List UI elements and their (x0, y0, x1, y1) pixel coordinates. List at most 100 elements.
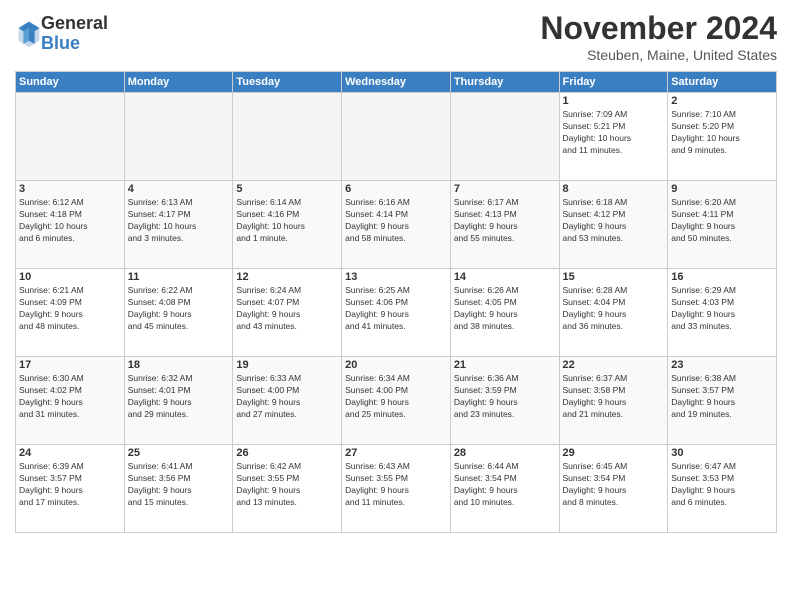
calendar-cell-w3-d7: 16 Sunrise: 6:29 AM Sunset: 4:03 PM Dayli… (668, 269, 777, 357)
calendar-cell-w2-d7: 9Sunrise: 6:20 AM Sunset: 4:11 PM Daylig… (668, 181, 777, 269)
calendar-cell-w2-d4: 6Sunrise: 6:16 AM Sunset: 4:14 PM Daylig… (342, 181, 451, 269)
day-info: Sunrise: 6:41 AM Sunset: 3:56 PM Dayligh… (128, 461, 230, 509)
day-number: 14 (454, 271, 556, 283)
day-number: 6 (345, 183, 447, 195)
calendar-week-3: 10 Sunrise: 6:21 AM Sunset: 4:09 PM Dayli… (16, 269, 777, 357)
day-number: 29 (563, 447, 665, 459)
day-info: Sunrise: 6:24 AM Sunset: 4:07 PM Dayligh… (236, 285, 338, 333)
calendar-cell-w4-d5: 21 Sunrise: 6:36 AM Sunset: 3:59 PM Dayli… (450, 357, 559, 445)
day-number: 22 (563, 359, 665, 371)
calendar-cell-w5-d2: 25Sunrise: 6:41 AM Sunset: 3:56 PM Dayli… (124, 445, 233, 533)
day-info: Sunrise: 6:44 AM Sunset: 3:54 PM Dayligh… (454, 461, 556, 509)
calendar-cell-w4-d7: 23 Sunrise: 6:38 AM Sunset: 3:57 PM Dayli… (668, 357, 777, 445)
calendar-cell-w3-d5: 14Sunrise: 6:26 AM Sunset: 4:05 PM Dayli… (450, 269, 559, 357)
calendar-week-2: 3 Sunrise: 6:12 AM Sunset: 4:18 PM Daylig… (16, 181, 777, 269)
calendar-cell-w1-d7: 2Sunrise: 7:10 AM Sunset: 5:20 PM Daylig… (668, 93, 777, 181)
calendar-header-row: Sunday Monday Tuesday Wednesday Thursday… (16, 72, 777, 93)
day-info: Sunrise: 6:28 AM Sunset: 4:04 PM Dayligh… (563, 285, 665, 333)
day-info: Sunrise: 7:10 AM Sunset: 5:20 PM Dayligh… (671, 109, 773, 157)
day-number: 8 (563, 183, 665, 195)
day-number: 7 (454, 183, 556, 195)
day-number: 28 (454, 447, 556, 459)
day-number: 27 (345, 447, 447, 459)
header-wednesday: Wednesday (342, 72, 451, 93)
day-info: Sunrise: 6:43 AM Sunset: 3:55 PM Dayligh… (345, 461, 447, 509)
calendar-cell-w3-d1: 10 Sunrise: 6:21 AM Sunset: 4:09 PM Dayli… (16, 269, 125, 357)
calendar-cell-w3-d6: 15 Sunrise: 6:28 AM Sunset: 4:04 PM Dayli… (559, 269, 668, 357)
calendar-cell-w1-d5 (450, 93, 559, 181)
day-info: Sunrise: 6:18 AM Sunset: 4:12 PM Dayligh… (563, 197, 665, 245)
day-number: 13 (345, 271, 447, 283)
calendar-cell-w5-d7: 30 Sunrise: 6:47 AM Sunset: 3:53 PM Dayli… (668, 445, 777, 533)
header: General Blue November 2024 Steuben, Main… (15, 10, 777, 63)
day-info: Sunrise: 6:32 AM Sunset: 4:01 PM Dayligh… (128, 373, 230, 421)
day-number: 26 (236, 447, 338, 459)
header-friday: Friday (559, 72, 668, 93)
logo-general-text: General (41, 14, 108, 34)
calendar-week-4: 17Sunrise: 6:30 AM Sunset: 4:02 PM Dayli… (16, 357, 777, 445)
day-number: 1 (563, 95, 665, 107)
day-info: Sunrise: 6:13 AM Sunset: 4:17 PM Dayligh… (128, 197, 230, 245)
day-number: 9 (671, 183, 773, 195)
calendar-cell-w2-d1: 3 Sunrise: 6:12 AM Sunset: 4:18 PM Daylig… (16, 181, 125, 269)
day-info: Sunrise: 6:22 AM Sunset: 4:08 PM Dayligh… (128, 285, 230, 333)
header-tuesday: Tuesday (233, 72, 342, 93)
calendar-cell-w1-d2 (124, 93, 233, 181)
day-info: Sunrise: 6:21 AM Sunset: 4:09 PM Dayligh… (19, 285, 121, 333)
day-number: 23 (671, 359, 773, 371)
calendar-cell-w1-d3 (233, 93, 342, 181)
calendar-cell-w4-d1: 17Sunrise: 6:30 AM Sunset: 4:02 PM Dayli… (16, 357, 125, 445)
logo-blue-text: Blue (41, 34, 108, 54)
day-number: 3 (19, 183, 121, 195)
day-info: Sunrise: 6:39 AM Sunset: 3:57 PM Dayligh… (19, 461, 121, 509)
calendar-cell-w3-d3: 12Sunrise: 6:24 AM Sunset: 4:07 PM Dayli… (233, 269, 342, 357)
day-info: Sunrise: 6:36 AM Sunset: 3:59 PM Dayligh… (454, 373, 556, 421)
day-number: 5 (236, 183, 338, 195)
calendar-cell-w5-d3: 26 Sunrise: 6:42 AM Sunset: 3:55 PM Dayli… (233, 445, 342, 533)
location: Steuben, Maine, United States (540, 47, 777, 63)
logo-text: General Blue (41, 14, 108, 54)
header-thursday: Thursday (450, 72, 559, 93)
calendar-cell-w1-d6: 1 Sunrise: 7:09 AM Sunset: 5:21 PM Daylig… (559, 93, 668, 181)
calendar-cell-w5-d4: 27 Sunrise: 6:43 AM Sunset: 3:55 PM Dayli… (342, 445, 451, 533)
day-info: Sunrise: 6:42 AM Sunset: 3:55 PM Dayligh… (236, 461, 338, 509)
calendar-cell-w4-d2: 18 Sunrise: 6:32 AM Sunset: 4:01 PM Dayli… (124, 357, 233, 445)
page: General Blue November 2024 Steuben, Main… (0, 0, 792, 612)
day-number: 18 (128, 359, 230, 371)
day-info: Sunrise: 6:47 AM Sunset: 3:53 PM Dayligh… (671, 461, 773, 509)
calendar-cell-w4-d3: 19Sunrise: 6:33 AM Sunset: 4:00 PM Dayli… (233, 357, 342, 445)
calendar-cell-w2-d6: 8 Sunrise: 6:18 AM Sunset: 4:12 PM Daylig… (559, 181, 668, 269)
header-monday: Monday (124, 72, 233, 93)
day-info: Sunrise: 6:45 AM Sunset: 3:54 PM Dayligh… (563, 461, 665, 509)
calendar-table: Sunday Monday Tuesday Wednesday Thursday… (15, 71, 777, 533)
day-number: 15 (563, 271, 665, 283)
day-number: 21 (454, 359, 556, 371)
day-number: 4 (128, 183, 230, 195)
day-info: Sunrise: 6:29 AM Sunset: 4:03 PM Dayligh… (671, 285, 773, 333)
day-number: 17 (19, 359, 121, 371)
calendar-week-5: 24Sunrise: 6:39 AM Sunset: 3:57 PM Dayli… (16, 445, 777, 533)
day-number: 16 (671, 271, 773, 283)
calendar-cell-w3-d4: 13 Sunrise: 6:25 AM Sunset: 4:06 PM Dayli… (342, 269, 451, 357)
day-info: Sunrise: 6:38 AM Sunset: 3:57 PM Dayligh… (671, 373, 773, 421)
day-number: 20 (345, 359, 447, 371)
day-info: Sunrise: 7:09 AM Sunset: 5:21 PM Dayligh… (563, 109, 665, 157)
logo: General Blue (15, 14, 108, 54)
calendar-cell-w5-d6: 29 Sunrise: 6:45 AM Sunset: 3:54 PM Dayli… (559, 445, 668, 533)
day-info: Sunrise: 6:17 AM Sunset: 4:13 PM Dayligh… (454, 197, 556, 245)
day-info: Sunrise: 6:25 AM Sunset: 4:06 PM Dayligh… (345, 285, 447, 333)
logo-icon (17, 20, 41, 48)
calendar-cell-w5-d5: 28 Sunrise: 6:44 AM Sunset: 3:54 PM Dayli… (450, 445, 559, 533)
header-saturday: Saturday (668, 72, 777, 93)
day-number: 10 (19, 271, 121, 283)
calendar-cell-w4-d6: 22 Sunrise: 6:37 AM Sunset: 3:58 PM Dayli… (559, 357, 668, 445)
day-number: 11 (128, 271, 230, 283)
calendar-cell-w3-d2: 11 Sunrise: 6:22 AM Sunset: 4:08 PM Dayli… (124, 269, 233, 357)
calendar-cell-w4-d4: 20Sunrise: 6:34 AM Sunset: 4:00 PM Dayli… (342, 357, 451, 445)
day-info: Sunrise: 6:12 AM Sunset: 4:18 PM Dayligh… (19, 197, 121, 245)
day-number: 19 (236, 359, 338, 371)
header-sunday: Sunday (16, 72, 125, 93)
day-number: 30 (671, 447, 773, 459)
calendar-cell-w2-d3: 5Sunrise: 6:14 AM Sunset: 4:16 PM Daylig… (233, 181, 342, 269)
day-info: Sunrise: 6:37 AM Sunset: 3:58 PM Dayligh… (563, 373, 665, 421)
